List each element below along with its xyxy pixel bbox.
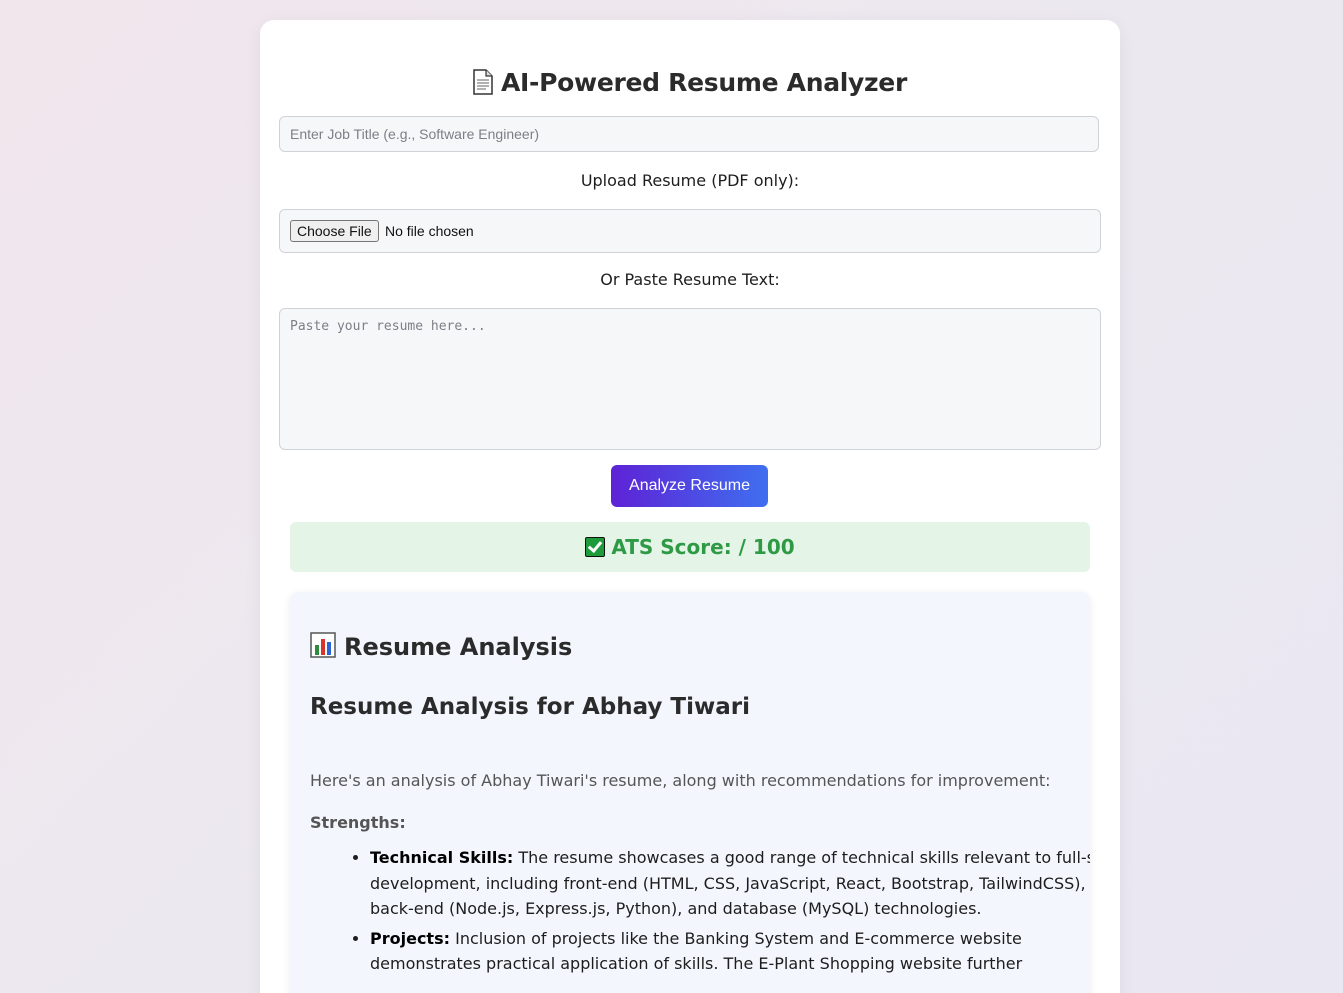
analyzer-card: AI-Powered Resume Analyzer Upload Resume…	[260, 20, 1120, 993]
resume-textarea[interactable]	[279, 308, 1101, 450]
strengths-label: Strengths:	[310, 813, 406, 832]
analysis-panel: Resume Analysis Resume Analysis for Abha…	[290, 592, 1090, 993]
upload-label: Upload Resume (PDF only):	[580, 171, 800, 190]
job-title-input[interactable]	[279, 116, 1099, 152]
check-mark-icon	[585, 537, 606, 557]
analysis-subheading: Resume Analysis for Abhay Tiwari	[310, 694, 750, 720]
list-item-label: Technical Skills:	[370, 848, 514, 867]
file-upload-field[interactable]: Choose File No file chosen	[279, 209, 1101, 253]
bar-chart-icon	[310, 632, 336, 658]
page-title: AI-Powered Resume Analyzer	[260, 68, 1120, 97]
analysis-heading: Resume Analysis	[310, 632, 572, 661]
ats-score-text: ATS Score: / 100	[611, 535, 795, 559]
paste-label: Or Paste Resume Text:	[600, 270, 780, 289]
list-item-text: Inclusion of projects like the Banking S…	[370, 928, 1023, 974]
list-item-label: Projects:	[370, 928, 450, 948]
page-title-text: AI-Powered Resume Analyzer	[501, 68, 907, 97]
ats-score-banner: ATS Score: / 100	[290, 522, 1090, 572]
document-icon	[473, 69, 493, 95]
list-item: Projects: Inclusion of projects like the…	[370, 926, 1090, 977]
file-status-text: No file chosen	[385, 223, 474, 239]
choose-file-button[interactable]: Choose File	[290, 220, 379, 242]
analyze-resume-button[interactable]: Analyze Resume	[611, 465, 768, 507]
list-item: Technical Skills: The resume showcases a…	[370, 845, 1090, 922]
analysis-heading-text: Resume Analysis	[344, 633, 573, 661]
analysis-intro: Here's an analysis of Abhay Tiwari's res…	[310, 771, 1051, 790]
strengths-list: Technical Skills: The resume showcases a…	[310, 845, 1090, 981]
